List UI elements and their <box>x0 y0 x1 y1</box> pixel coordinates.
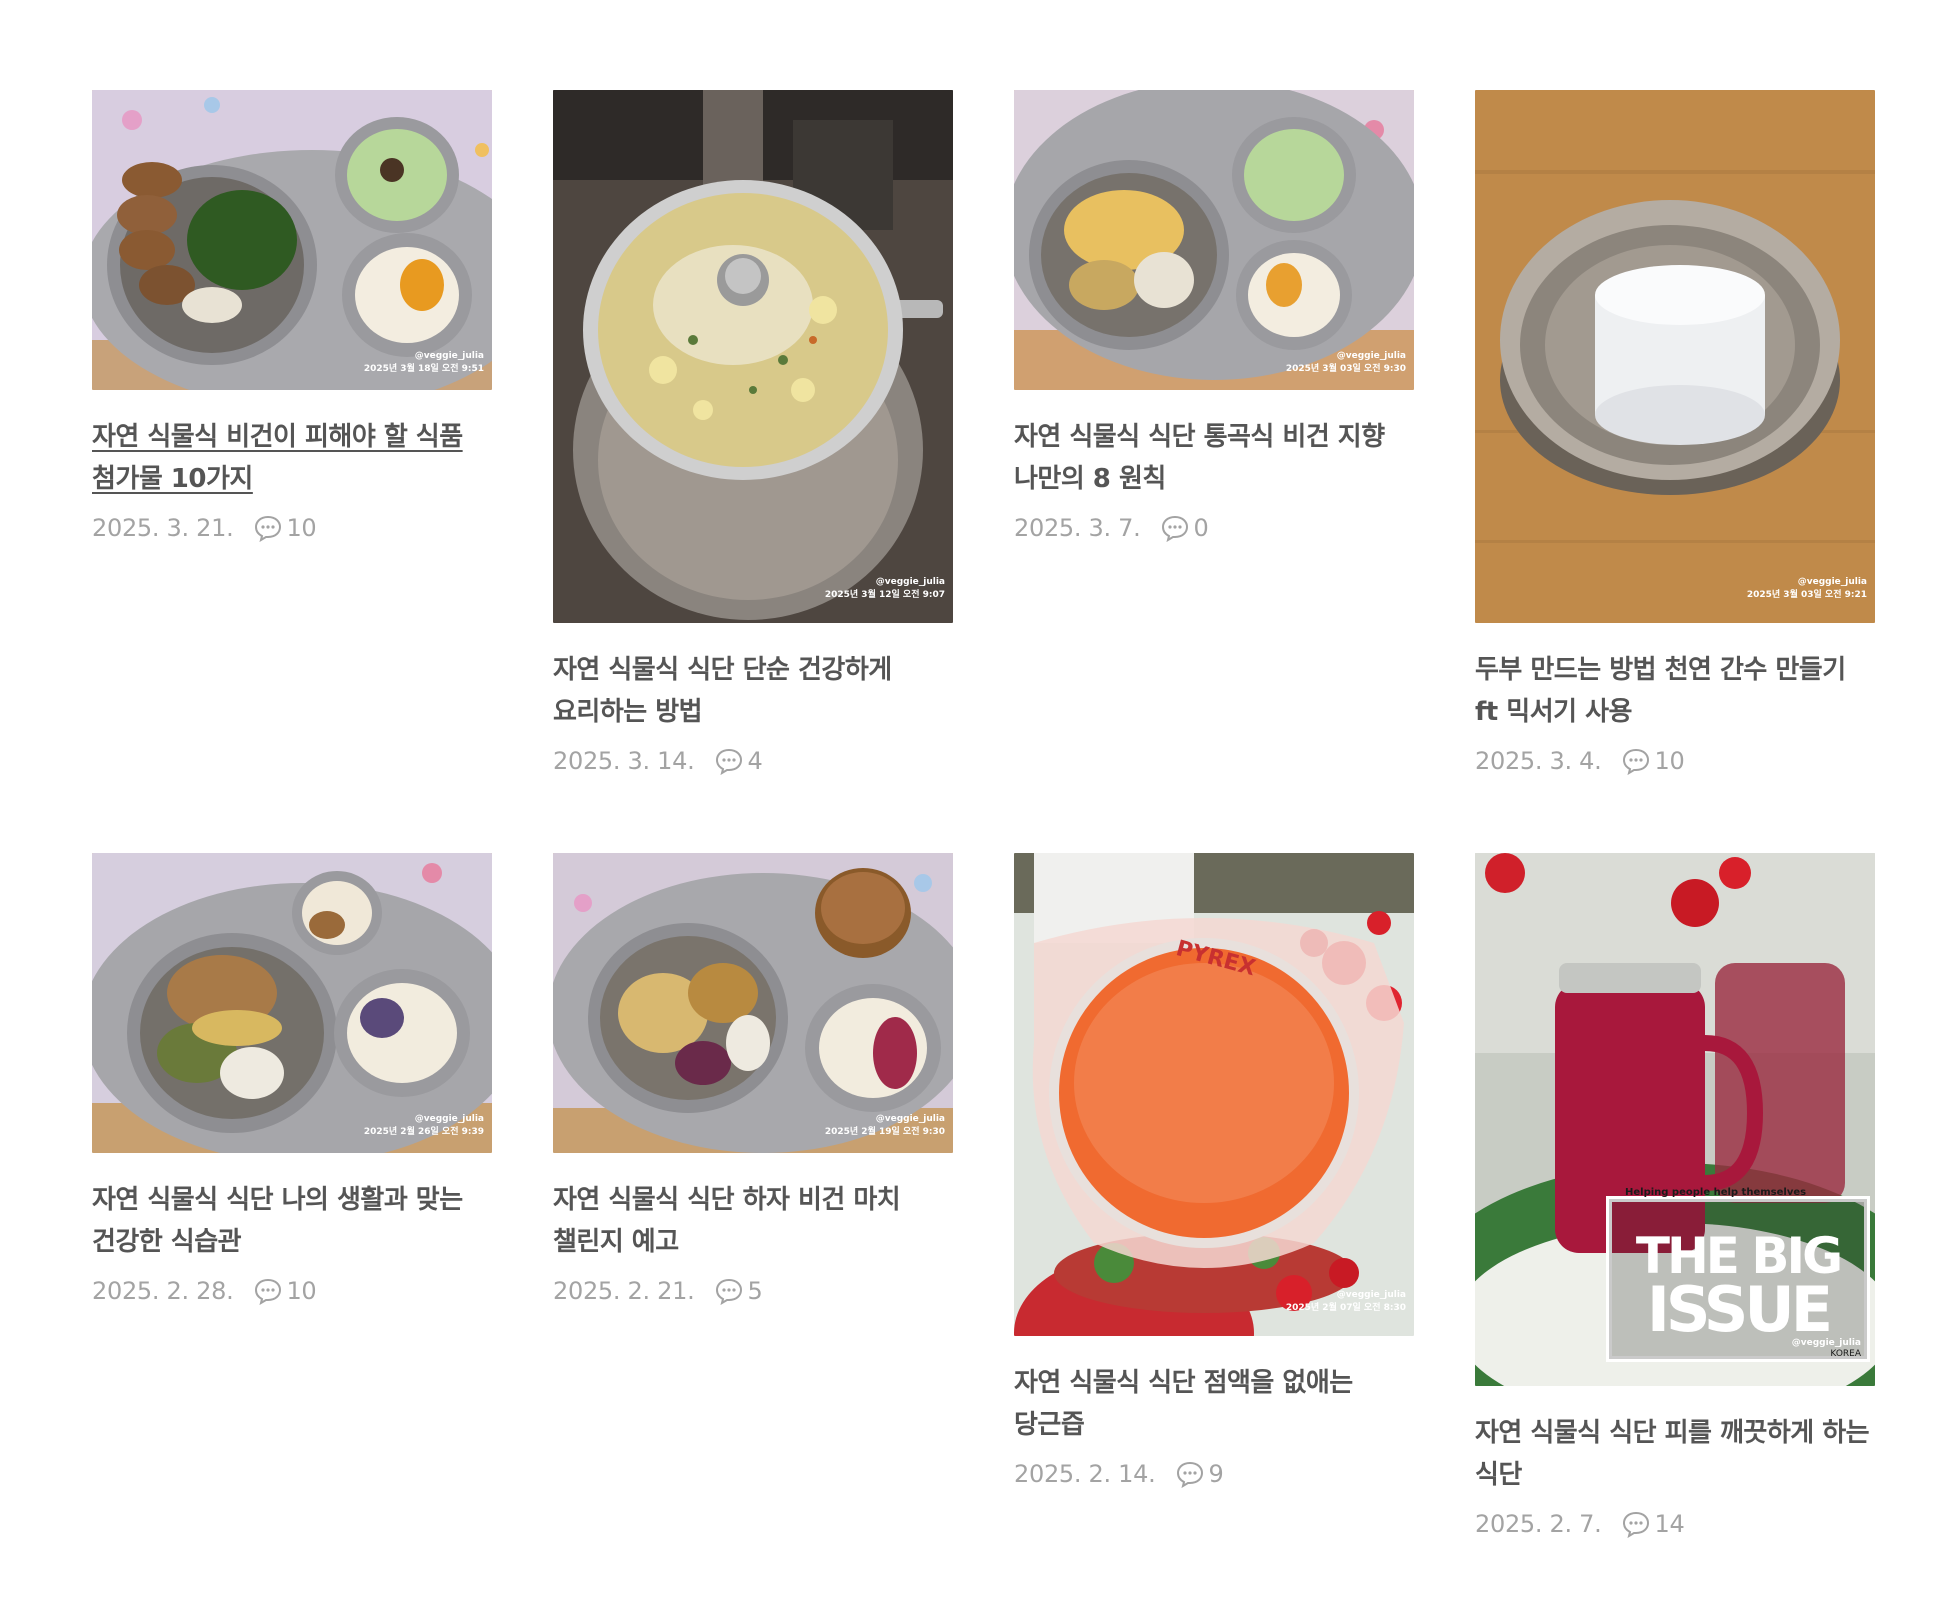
post-thumbnail[interactable]: Helping people help themselves THE BIG I… <box>1475 853 1875 1386</box>
carrot-juice-image: PYREX @veggie_julia 2025년 2월 07일 오전 8:30 <box>1014 853 1414 1336</box>
post-title-link[interactable]: 자연 식물식 식단 피를 깨끗하게 하는 식단 <box>1475 1412 1875 1496</box>
watermark-handle: @veggie_julia <box>1792 1338 1861 1348</box>
comment-bubble-icon <box>1623 748 1650 775</box>
comment-link[interactable]: 10 <box>253 1277 317 1305</box>
comment-bubble-icon <box>255 515 282 542</box>
post-meta: 2025. 2. 21. 5 <box>553 1275 953 1307</box>
watermark-stamp: 2025년 3월 03일 오전 9:30 <box>1286 362 1406 374</box>
watermark-stamp: 2025년 3월 03일 오전 9:21 <box>1747 588 1867 600</box>
food-plate-image: @veggie_julia 2025년 2월 26일 오전 9:39 <box>92 853 492 1153</box>
post-thumbnail[interactable]: @veggie_julia 2025년 3월 18일 오전 9:51 <box>92 90 492 390</box>
post-title-link[interactable]: 두부 만드는 방법 천연 간수 만들기 ft 믹서기 사용 <box>1475 649 1875 733</box>
watermark-stamp: 2025년 3월 18일 오전 9:51 <box>364 362 484 374</box>
comment-link[interactable]: 4 <box>714 747 763 775</box>
post-card: @veggie_julia 2025년 3월 18일 오전 9:51 자연 식물… <box>92 90 492 544</box>
comment-bubble-icon <box>1623 1511 1650 1538</box>
post-title-link[interactable]: 자연 식물식 식단 하자 비건 마치 챌린지 예고 <box>553 1179 953 1263</box>
beet-juice-image: Helping people help themselves THE BIG I… <box>1475 853 1875 1386</box>
logo-line-2: ISSUE <box>1647 1273 1829 1346</box>
post-thumbnail[interactable]: PYREX @veggie_julia 2025년 2월 07일 오전 8:30 <box>1014 853 1414 1336</box>
comment-bubble-icon <box>716 1278 743 1305</box>
post-title-link[interactable]: 자연 식물식 비건이 피해야 할 식품 첨가물 10가지 <box>92 416 492 500</box>
post-date: 2025. 3. 4. <box>1475 747 1602 775</box>
tofu-bowl-image: @veggie_julia 2025년 3월 03일 오전 9:21 <box>1475 90 1875 623</box>
food-plate-image: @veggie_julia 2025년 3월 18일 오전 9:51 <box>92 90 492 390</box>
comment-count: 14 <box>1654 1510 1685 1538</box>
post-title-link[interactable]: 자연 식물식 식단 나의 생활과 맞는 건강한 식습관 <box>92 1179 492 1263</box>
comment-link[interactable]: 10 <box>253 514 317 542</box>
post-card: @veggie_julia 2025년 3월 03일 오전 9:21 두부 만드… <box>1475 90 1875 777</box>
post-date: 2025. 3. 14. <box>553 747 695 775</box>
post-title-link[interactable]: 자연 식물식 식단 통곡식 비건 지향 나만의 8 원칙 <box>1014 416 1414 500</box>
comment-count: 9 <box>1208 1460 1224 1488</box>
post-thumbnail[interactable]: @veggie_julia 2025년 3월 03일 오전 9:30 <box>1014 90 1414 390</box>
comment-link[interactable]: 14 <box>1621 1510 1685 1538</box>
post-thumbnail[interactable]: @veggie_julia 2025년 3월 03일 오전 9:21 <box>1475 90 1875 623</box>
comment-link[interactable]: 10 <box>1621 747 1685 775</box>
comment-bubble-icon <box>1177 1461 1204 1488</box>
comment-bubble-icon <box>716 748 743 775</box>
post-grid: @veggie_julia 2025년 3월 18일 오전 9:51 자연 식물… <box>0 0 1956 1608</box>
watermark-stamp: 2025년 2월 07일 오전 8:30 <box>1286 1301 1406 1313</box>
logo-tagline: Helping people help themselves <box>1625 1187 1806 1198</box>
watermark-stamp: 2025년 2월 19일 오전 9:30 <box>825 1125 945 1137</box>
post-thumbnail[interactable]: @veggie_julia 2025년 3월 12일 오전 9:07 <box>553 90 953 623</box>
comment-bubble-icon <box>1162 515 1189 542</box>
watermark-handle: @veggie_julia <box>876 1114 945 1124</box>
post-card: @veggie_julia 2025년 3월 12일 오전 9:07 자연 식물… <box>553 90 953 777</box>
post-card: @veggie_julia 2025년 3월 03일 오전 9:30 자연 식물… <box>1014 90 1414 544</box>
post-date: 2025. 3. 21. <box>92 514 234 542</box>
watermark-handle: @veggie_julia <box>876 577 945 587</box>
comment-count: 4 <box>747 747 763 775</box>
post-date: 2025. 2. 7. <box>1475 1510 1602 1538</box>
post-date: 2025. 2. 14. <box>1014 1460 1156 1488</box>
post-title-link[interactable]: 자연 식물식 식단 단순 건강하게 요리하는 방법 <box>553 649 953 733</box>
post-meta: 2025. 3. 21. 10 <box>92 512 492 544</box>
post-meta: 2025. 3. 14. 4 <box>553 745 953 777</box>
post-meta: 2025. 3. 7. 0 <box>1014 512 1414 544</box>
food-plate-image: @veggie_julia 2025년 2월 19일 오전 9:30 <box>553 853 953 1153</box>
post-card: @veggie_julia 2025년 2월 26일 오전 9:39 자연 식물… <box>92 853 492 1307</box>
watermark-stamp: 2025년 2월 26일 오전 9:39 <box>364 1125 484 1137</box>
post-date: 2025. 2. 28. <box>92 1277 234 1305</box>
post-date: 2025. 2. 21. <box>553 1277 695 1305</box>
comment-count: 0 <box>1193 514 1209 542</box>
post-card: PYREX @veggie_julia 2025년 2월 07일 오전 8:30… <box>1014 853 1414 1490</box>
post-meta: 2025. 3. 4. 10 <box>1475 745 1875 777</box>
post-card: Helping people help themselves THE BIG I… <box>1475 853 1875 1540</box>
comment-bubble-icon <box>255 1278 282 1305</box>
comment-count: 10 <box>286 514 317 542</box>
watermark-stamp: 2025년 3월 12일 오전 9:07 <box>825 588 945 600</box>
post-thumbnail[interactable]: @veggie_julia 2025년 2월 26일 오전 9:39 <box>92 853 492 1153</box>
post-card: @veggie_julia 2025년 2월 19일 오전 9:30 자연 식물… <box>553 853 953 1307</box>
post-date: 2025. 3. 7. <box>1014 514 1141 542</box>
post-title-link[interactable]: 자연 식물식 식단 점액을 없애는 당근즙 <box>1014 1362 1414 1446</box>
watermark-handle: @veggie_julia <box>1337 351 1406 361</box>
watermark-handle: @veggie_julia <box>1798 577 1867 587</box>
cooking-pot-image: @veggie_julia 2025년 3월 12일 오전 9:07 <box>553 90 953 623</box>
post-meta: 2025. 2. 28. 10 <box>92 1275 492 1307</box>
watermark-handle: @veggie_julia <box>1337 1290 1406 1300</box>
food-plate-image: @veggie_julia 2025년 3월 03일 오전 9:30 <box>1014 90 1414 390</box>
post-meta: 2025. 2. 14. 9 <box>1014 1458 1414 1490</box>
comment-link[interactable]: 9 <box>1175 1460 1224 1488</box>
watermark-handle: @veggie_julia <box>415 1114 484 1124</box>
comment-count: 10 <box>286 1277 317 1305</box>
comment-link[interactable]: 0 <box>1160 514 1209 542</box>
comment-count: 10 <box>1654 747 1685 775</box>
post-thumbnail[interactable]: @veggie_julia 2025년 2월 19일 오전 9:30 <box>553 853 953 1153</box>
comment-link[interactable]: 5 <box>714 1277 763 1305</box>
comment-count: 5 <box>747 1277 763 1305</box>
post-meta: 2025. 2. 7. 14 <box>1475 1508 1875 1540</box>
watermark-handle: @veggie_julia <box>415 351 484 361</box>
logo-sub: KOREA <box>1830 1349 1861 1359</box>
